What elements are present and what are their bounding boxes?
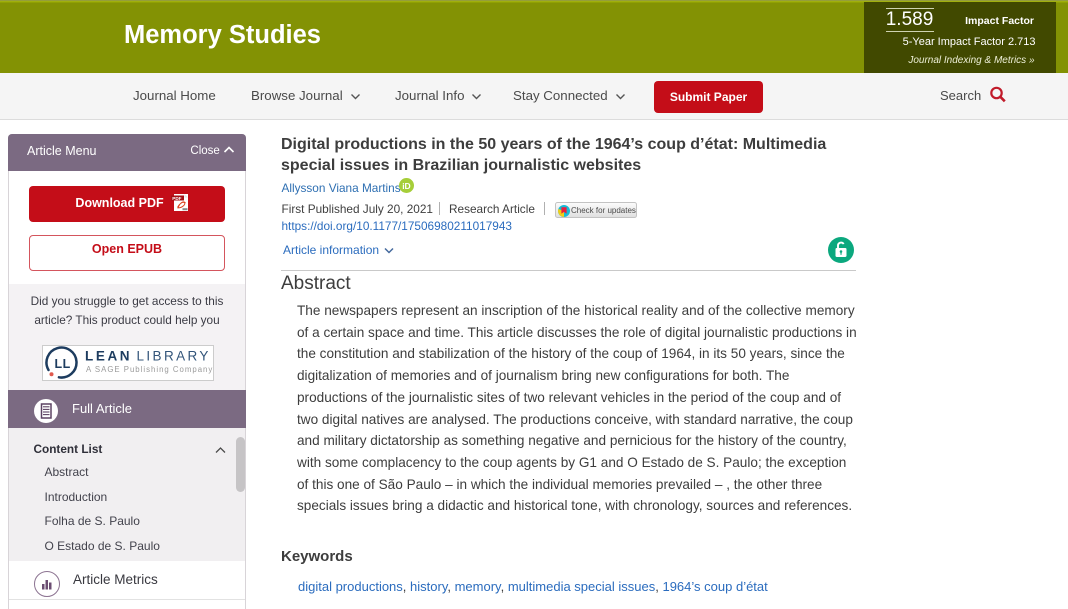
svg-text:iD: iD: [402, 181, 411, 191]
svg-text:PDF: PDF: [172, 196, 181, 201]
svg-text:A SAGE Publishing Company: A SAGE Publishing Company: [86, 365, 213, 374]
svg-text:LL: LL: [55, 357, 71, 371]
svg-text:LIBRARY: LIBRARY: [137, 349, 211, 364]
svg-text:LEAN: LEAN: [85, 349, 132, 364]
